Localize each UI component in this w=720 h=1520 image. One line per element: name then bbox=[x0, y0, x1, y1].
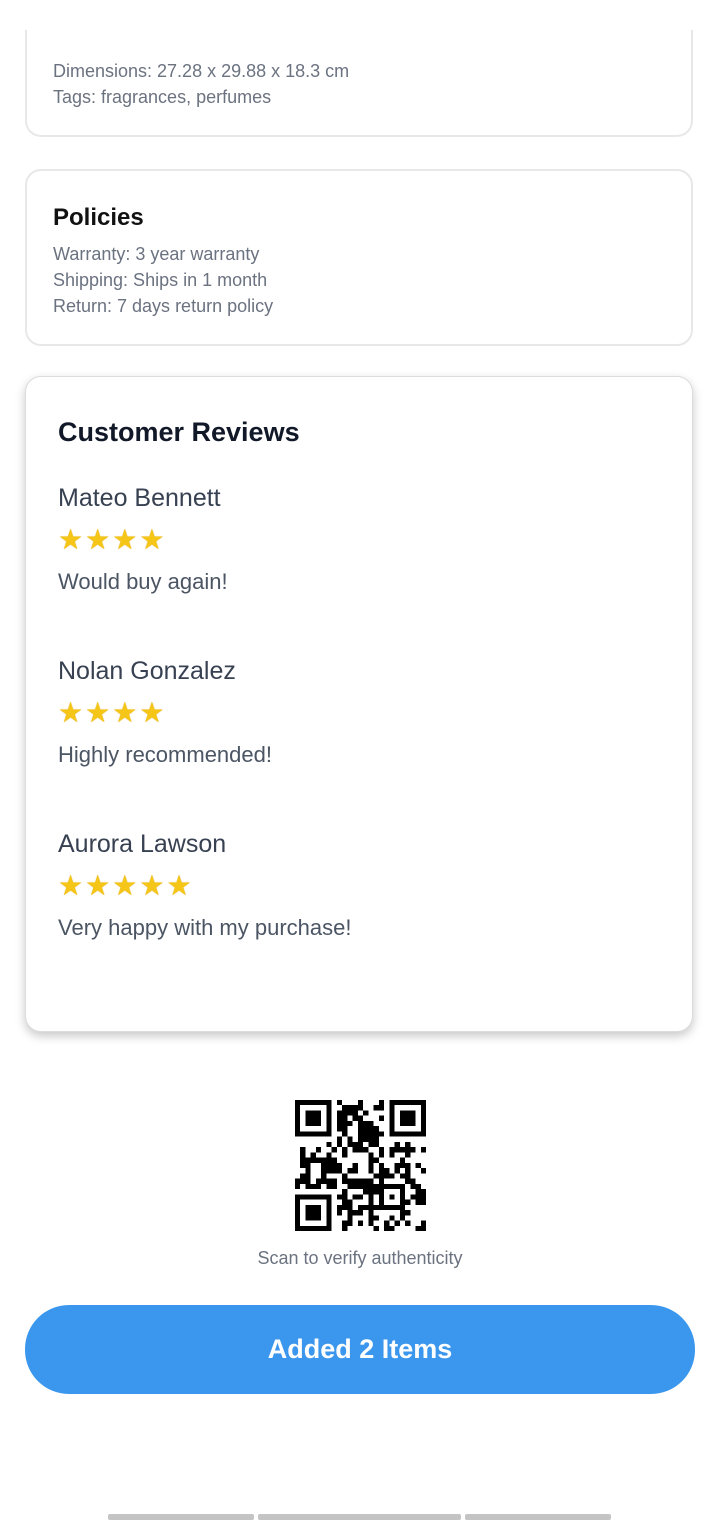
policies-title: Policies bbox=[53, 204, 144, 231]
star-rating: ★★★★ bbox=[58, 525, 228, 555]
policies-card: Policies Warranty: 3 year warranty Shipp… bbox=[25, 169, 693, 346]
star-rating: ★★★★ bbox=[58, 698, 272, 728]
product-details-card: Dimensions: 27.28 x 29.88 x 18.3 cm Tags… bbox=[25, 30, 693, 137]
tags-text: Tags: fragrances, perfumes bbox=[53, 87, 272, 107]
star-icon: ★ bbox=[85, 524, 111, 555]
dimensions-text: Dimensions: 27.28 x 29.88 x 18.3 cm bbox=[53, 61, 350, 81]
review-item: Nolan Gonzalez ★★★★ Highly recommended! bbox=[58, 656, 272, 770]
star-icon: ★ bbox=[85, 697, 111, 728]
qr-code-icon bbox=[295, 1100, 426, 1231]
bottom-nav-indicator bbox=[465, 1514, 611, 1520]
customer-reviews-card: Customer Reviews Mateo Bennett ★★★★ Woul… bbox=[25, 376, 693, 1032]
star-icon: ★ bbox=[139, 697, 165, 728]
bottom-nav-indicator bbox=[258, 1514, 461, 1520]
star-icon: ★ bbox=[112, 870, 138, 901]
added-items-button[interactable]: Added 2 Items bbox=[25, 1305, 695, 1394]
reviewer-name: Aurora Lawson bbox=[58, 830, 227, 858]
return-text: Return: 7 days return policy bbox=[53, 296, 274, 316]
star-icon: ★ bbox=[112, 697, 138, 728]
star-icon: ★ bbox=[58, 524, 84, 555]
reviewer-name: Mateo Bennett bbox=[58, 484, 221, 512]
warranty-text: Warranty: 3 year warranty bbox=[53, 244, 260, 264]
star-icon: ★ bbox=[58, 870, 84, 901]
shipping-text: Shipping: Ships in 1 month bbox=[53, 270, 268, 290]
review-text: Highly recommended! bbox=[58, 742, 272, 767]
review-item: Aurora Lawson ★★★★★ Very happy with my p… bbox=[58, 829, 351, 943]
qr-caption: Scan to verify authenticity bbox=[257, 1248, 463, 1268]
review-text: Very happy with my purchase! bbox=[58, 915, 352, 940]
star-rating: ★★★★★ bbox=[58, 871, 351, 901]
star-icon: ★ bbox=[112, 524, 138, 555]
reviewer-name: Nolan Gonzalez bbox=[58, 657, 236, 685]
star-icon: ★ bbox=[166, 870, 192, 901]
review-text: Would buy again! bbox=[58, 569, 228, 594]
star-icon: ★ bbox=[139, 870, 165, 901]
bottom-nav-indicator bbox=[108, 1514, 254, 1520]
star-icon: ★ bbox=[85, 870, 111, 901]
star-icon: ★ bbox=[58, 697, 84, 728]
reviews-title: Customer Reviews bbox=[58, 417, 300, 447]
star-icon: ★ bbox=[139, 524, 165, 555]
review-item: Mateo Bennett ★★★★ Would buy again! bbox=[58, 483, 228, 597]
